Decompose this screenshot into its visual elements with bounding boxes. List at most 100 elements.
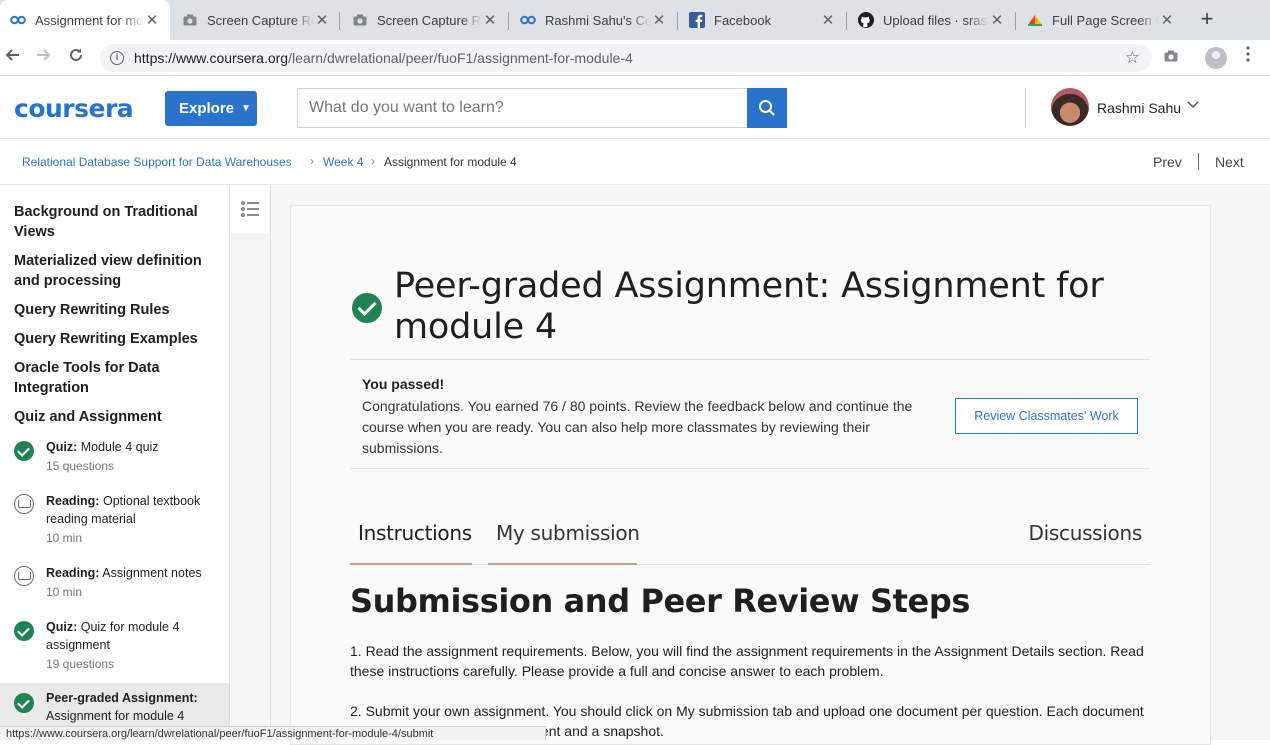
check-circle-icon <box>352 293 382 323</box>
section-heading: Submission and Peer Review Steps <box>350 582 970 620</box>
check-circle-icon <box>14 621 34 641</box>
list-icon <box>241 201 259 217</box>
tab-title: Assignment for module 4 | Coursera <box>35 12 144 28</box>
tab-title: Facebook <box>714 12 772 28</box>
tab-title: Rashmi Sahu's Coursera <box>545 12 651 28</box>
sidebar-toggle-column <box>231 185 271 740</box>
review-classmates-button[interactable]: Review Classmates' Work <box>955 398 1138 434</box>
close-tab-icon[interactable]: ✕ <box>989 11 1005 29</box>
sidebar-section-rewriting-rules[interactable]: Query Rewriting Rules <box>14 300 219 320</box>
chevron-down-icon: ▼ <box>241 103 251 114</box>
close-tab-icon[interactable]: ✕ <box>314 11 330 29</box>
browser-tab-facebook[interactable]: Facebook ✕ <box>679 0 846 40</box>
browser-tab-full-page-capture[interactable]: Full Page Screen Capture ✕ <box>1017 0 1185 40</box>
tab-discussions[interactable]: Discussions <box>1029 521 1143 545</box>
search-input[interactable] <box>297 88 747 128</box>
pass-banner: You passed! Congratulations. You earned … <box>350 359 1150 469</box>
bookmark-star-icon[interactable]: ☆ <box>1125 48 1140 68</box>
explore-button[interactable]: Explore ▼ <box>165 91 257 126</box>
close-tab-icon[interactable]: ✕ <box>482 11 498 29</box>
sidebar-section-oracle-tools[interactable]: Oracle Tools for Data Integration <box>14 358 219 398</box>
tab-my-submission[interactable]: My submission <box>496 521 640 545</box>
prev-button[interactable]: Prev <box>1153 154 1182 170</box>
content-tabs: Instructions My submission Discussions <box>350 515 1150 565</box>
chevron-down-icon[interactable] <box>1187 100 1199 112</box>
breadcrumb-week[interactable]: Week 4 <box>323 155 363 169</box>
browser-tab-screen-capture-1[interactable]: Screen Capture Result ✕ <box>172 0 340 40</box>
item-meta: 15 questions <box>46 459 115 473</box>
explore-label: Explore <box>179 100 235 117</box>
browser-tab-rashmi-coursera[interactable]: Rashmi Sahu's Coursera ✕ <box>510 0 677 40</box>
close-tab-icon[interactable]: ✕ <box>651 11 667 29</box>
tab-title: Full Page Screen Capture <box>1052 12 1159 28</box>
course-sidebar: Background on Traditional Views Material… <box>0 185 230 740</box>
camera-icon <box>352 12 368 28</box>
coursera-logo[interactable]: coursera <box>14 94 134 123</box>
tab-title: Screen Capture Result <box>207 12 314 28</box>
site-header: coursera Explore ▼ Rashmi Sahu <box>0 76 1270 139</box>
sidebar-section-rewriting-examples[interactable]: Query Rewriting Examples <box>14 329 219 349</box>
sidebar-section-materialized-view[interactable]: Materialized view definition and process… <box>14 251 219 291</box>
tab-title: Upload files · srashmi <box>883 12 989 28</box>
browser-tab-coursera-assignment[interactable]: Assignment for module 4 | Coursera ✕ <box>0 0 170 40</box>
tab-title: Screen Capture Result <box>377 12 482 28</box>
item-meta: 19 questions <box>46 657 115 671</box>
url-path: /learn/dwrelational/peer/fuoF1/assignmen… <box>288 50 633 66</box>
camera-extension-icon[interactable] <box>1159 46 1183 70</box>
url-host: https://www.coursera.org <box>134 50 289 66</box>
browser-profile-icon[interactable] <box>1205 47 1227 69</box>
item-meta: 10 min <box>46 531 83 545</box>
search-icon <box>759 100 775 116</box>
status-bar-url: https://www.coursera.org/learn/dwrelatio… <box>0 726 546 740</box>
address-bar[interactable]: i https://www.coursera.org/learn/dwrelat… <box>100 44 1152 72</box>
pass-message: Congratulations. You earned 76 / 80 poin… <box>362 398 913 456</box>
close-tab-icon[interactable]: ✕ <box>1159 11 1175 29</box>
site-info-icon[interactable]: i <box>110 51 124 65</box>
tab-underline <box>350 563 472 565</box>
close-tab-icon[interactable]: ✕ <box>820 11 836 29</box>
breadcrumb: Relational Database Support for Data War… <box>0 140 1270 185</box>
book-icon <box>14 494 34 514</box>
chevron-right-icon: › <box>371 154 375 168</box>
new-tab-button[interactable]: + <box>1196 8 1218 32</box>
sidebar-section-traditional-views[interactable]: Background on Traditional Views <box>14 202 219 242</box>
user-name[interactable]: Rashmi Sahu <box>1097 100 1181 116</box>
browser-toolbar: i https://www.coursera.org/learn/dwrelat… <box>0 40 1270 76</box>
header-divider <box>1025 88 1026 128</box>
close-tab-icon[interactable]: ✕ <box>144 11 160 29</box>
next-button[interactable]: Next <box>1215 154 1244 170</box>
browser-tab-github[interactable]: Upload files · srashmi ✕ <box>848 0 1015 40</box>
chrome-ext-icon <box>1027 12 1043 28</box>
page-title: Peer-graded Assignment: Assignment for m… <box>394 266 1104 347</box>
reload-icon[interactable] <box>64 46 88 70</box>
browser-menu-icon[interactable] <box>1236 46 1260 70</box>
sidebar-section-quiz-assignment[interactable]: Quiz and Assignment <box>14 407 219 427</box>
divider <box>1198 153 1199 170</box>
coursera-icon <box>520 12 536 28</box>
browser-tab-bar: Assignment for module 4 | Coursera ✕ Scr… <box>0 0 1270 40</box>
list-item: Reading: Assignment notes <box>46 566 202 580</box>
book-icon <box>14 566 34 586</box>
sidebar-toggle-button[interactable] <box>231 185 269 233</box>
list-item: Quiz: Quiz for module 4 assignment <box>46 620 180 652</box>
instruction-step-1: 1. Read the assignment requirements. Bel… <box>350 643 1144 679</box>
avatar[interactable] <box>1051 88 1089 126</box>
sidebar-item-assignment-notes[interactable]: Reading: Assignment notes 10 min <box>0 563 229 607</box>
sidebar-item-module-4-quiz[interactable]: Quiz: Module 4 quiz 15 questions <box>0 437 229 481</box>
back-arrow-icon[interactable] <box>0 46 24 70</box>
forward-arrow-icon[interactable] <box>32 46 56 70</box>
item-meta: 10 min <box>46 585 83 599</box>
sidebar-item-module-4-assignment-quiz[interactable]: Quiz: Quiz for module 4 assignment 19 qu… <box>0 617 229 679</box>
check-circle-icon <box>14 693 34 713</box>
list-item: Peer-graded Assignment: Assignment for m… <box>46 691 198 723</box>
facebook-icon <box>689 12 705 28</box>
chevron-right-icon: › <box>310 154 314 168</box>
browser-tab-screen-capture-2[interactable]: Screen Capture Result ✕ <box>342 0 508 40</box>
list-item: Quiz: Module 4 quiz <box>46 440 159 454</box>
breadcrumb-current: Assignment for module 4 <box>384 155 517 169</box>
search-button[interactable] <box>747 88 787 128</box>
tab-instructions[interactable]: Instructions <box>358 521 472 545</box>
sidebar-item-optional-reading[interactable]: Reading: Optional textbook reading mater… <box>0 491 229 553</box>
github-icon <box>858 12 874 28</box>
breadcrumb-course[interactable]: Relational Database Support for Data War… <box>22 155 292 169</box>
